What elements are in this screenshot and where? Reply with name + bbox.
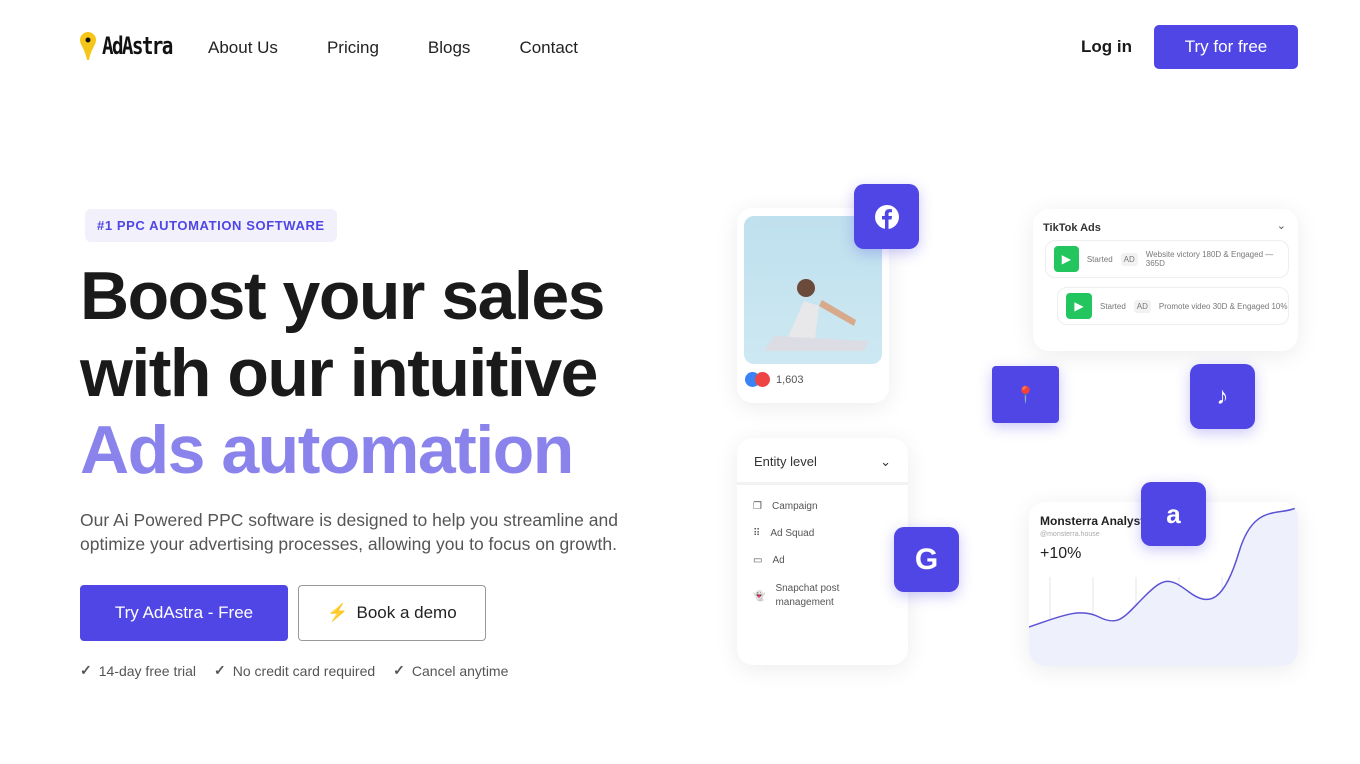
reaction-icons: [745, 372, 770, 387]
chevron-down-icon[interactable]: ⌄: [880, 454, 891, 470]
entity-level-card: Entity level ⌄ ❐ Campaign ⠿ Ad Squad ▭ Ad 👻 S…: [737, 438, 908, 665]
tiktok-icon: ♪: [1190, 364, 1255, 429]
tiktok-ad-row: ▶ Started AD Website victory 180D & Engaged…: [1045, 240, 1289, 278]
hero-description: Our Ai Powered PPC software is designed …: [80, 510, 618, 554]
chevron-down-icon[interactable]: ⌄: [1277, 219, 1286, 232]
check-icon: ✓: [393, 662, 405, 678]
pin-icon: [80, 32, 96, 60]
tiktok-ads-card: TikTok Ads ⌄ ▶ Started AD Website victory 1…: [1033, 209, 1298, 351]
bolt-icon: ⚡: [327, 603, 349, 622]
try-adastra-button[interactable]: Try AdAstra - Free: [80, 585, 288, 641]
nav-pricing[interactable]: Pricing: [327, 38, 379, 58]
check-icon: ✓: [80, 662, 92, 678]
nav-about[interactable]: About Us: [208, 38, 278, 58]
snapchat-icon: 👻: [753, 590, 766, 602]
grid-icon: ⠿: [753, 528, 761, 539]
nav-contact[interactable]: Contact: [519, 38, 578, 58]
entity-item-snapchat: 👻 Snapchat post management: [753, 583, 840, 608]
play-icon: ▶: [1054, 246, 1079, 272]
entity-item-campaign: ❐ Campaign: [753, 501, 818, 512]
feature-item: ✓ 14-day free trial: [80, 662, 197, 679]
feature-item: ✓ Cancel anytime: [393, 662, 509, 679]
play-icon: ▶: [1066, 293, 1092, 319]
hero-title: Boost your sales with our intuitive Ads …: [80, 258, 605, 488]
tiktok-ad-row: ▶ Started AD Promote video 30D & Engaged 10…: [1057, 287, 1289, 325]
hero-badge: #1 PPC AUTOMATION SOFTWARE: [85, 209, 337, 242]
copy-icon: ❐: [753, 501, 762, 512]
nav-blogs[interactable]: Blogs: [428, 38, 471, 58]
login-link[interactable]: Log in: [1081, 37, 1132, 57]
google-icon: G: [894, 527, 959, 592]
entity-item-ad: ▭ Ad: [753, 555, 785, 566]
facebook-icon: [854, 184, 919, 249]
logo[interactable]: AdAstra: [80, 32, 189, 60]
try-free-button[interactable]: Try for free: [1154, 25, 1298, 69]
feature-item: ✓ No credit card required: [214, 662, 376, 679]
monitor-icon: ▭: [753, 555, 763, 566]
feature-list: ✓ 14-day free trial ✓ No credit card requi…: [80, 662, 508, 679]
entity-item-ad-squad: ⠿ Ad Squad: [753, 528, 815, 539]
book-demo-button[interactable]: ⚡ Book a demo: [298, 585, 486, 641]
amazon-icon: a: [1141, 482, 1206, 546]
check-icon: ✓: [214, 662, 226, 678]
location-pin-icon: 📍: [992, 366, 1059, 423]
main-nav: About Us Pricing Blogs Contact: [208, 38, 578, 58]
